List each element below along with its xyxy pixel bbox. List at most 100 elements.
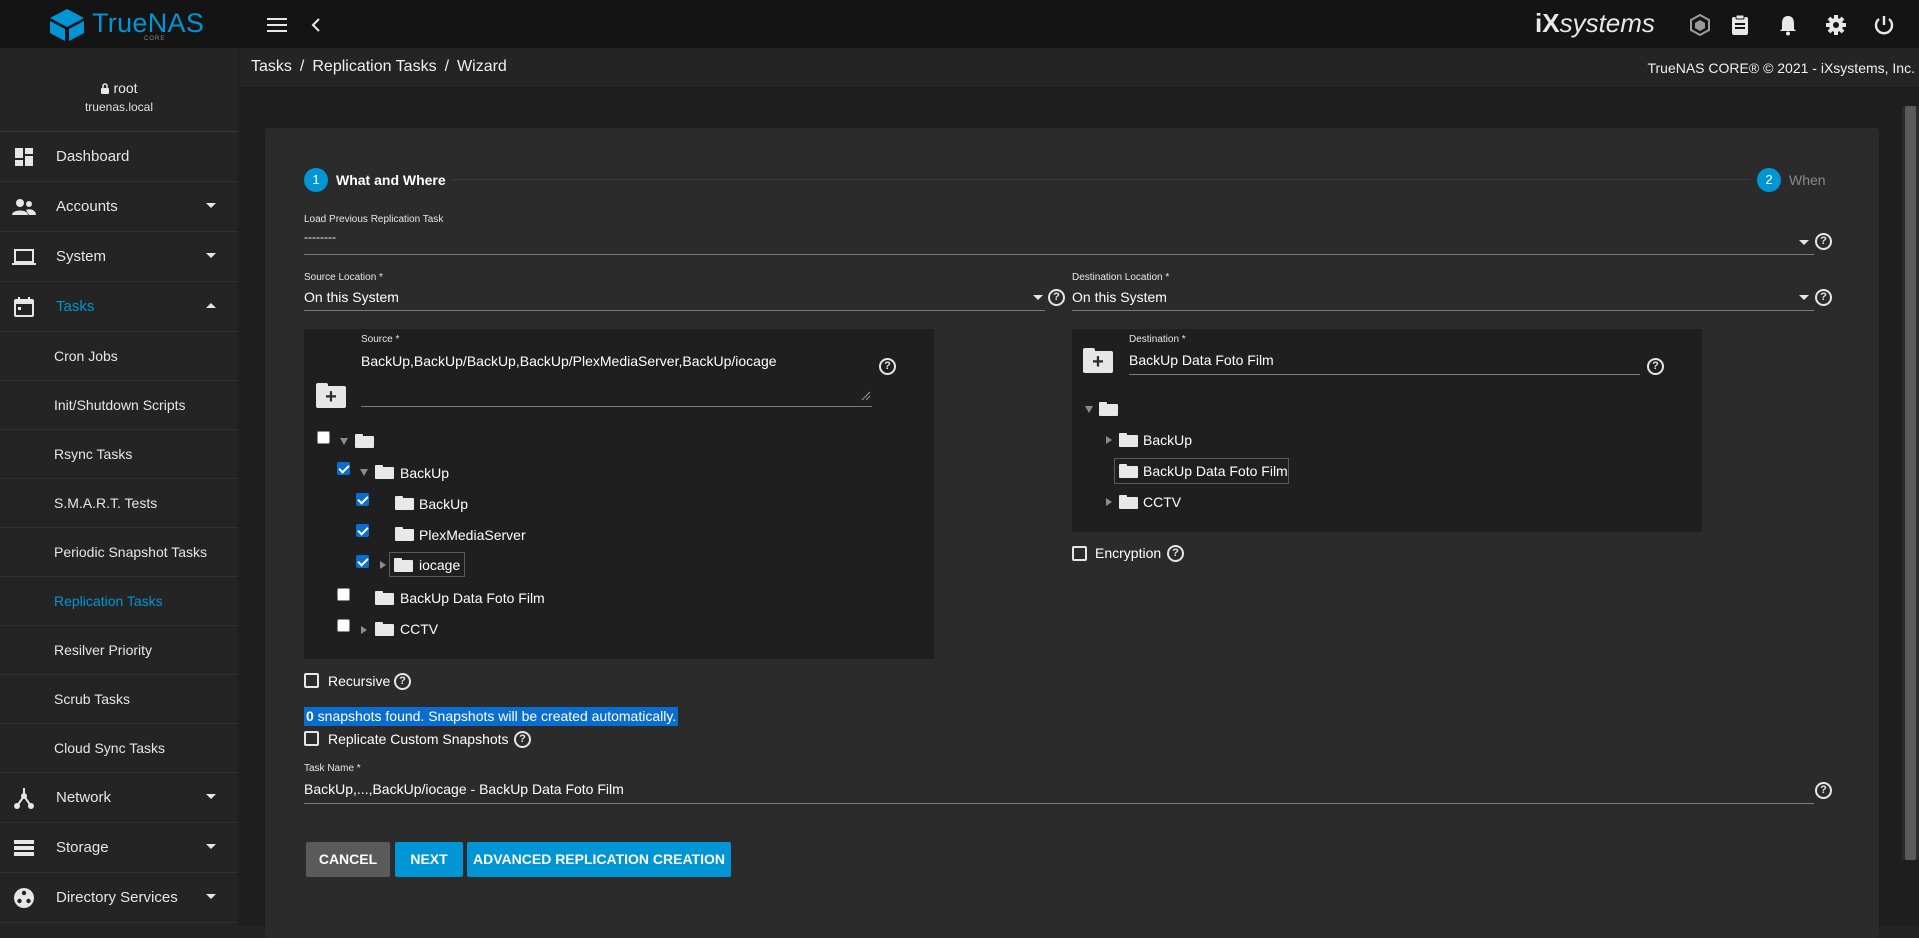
tree-checkbox-backup-backup[interactable] [356, 493, 369, 506]
tree-checkbox-backup[interactable] [337, 462, 350, 475]
cancel-button[interactable]: CANCEL [306, 842, 390, 877]
encryption-label: Encryption [1095, 545, 1162, 561]
stepper-line [450, 179, 1750, 180]
step-1-number[interactable]: 1 [304, 168, 328, 192]
next-button[interactable]: NEXT [395, 842, 463, 877]
truecommand-icon[interactable] [1687, 12, 1713, 38]
source-input[interactable]: BackUp,BackUp/BackUp,BackUp/PlexMediaSer… [361, 353, 777, 369]
breadcrumb: Tasks / Replication Tasks / Wizard [251, 58, 507, 76]
sidebar-subitem-smart-tests[interactable]: S.M.A.R.T. Tests [0, 479, 238, 528]
dest-tree-node-label[interactable]: BackUp Data Foto Film [1143, 463, 1288, 479]
sidebar-item-directory-services[interactable]: Directory Services [0, 873, 238, 923]
tree-checkbox-cctv[interactable] [337, 619, 350, 632]
dest-tree-node-label[interactable]: BackUp [1143, 432, 1192, 448]
advanced-replication-creation-button[interactable]: ADVANCED REPLICATION CREATION [467, 842, 731, 877]
tree-node-label[interactable]: iocage [419, 557, 460, 573]
user-info: root truenas.local [0, 48, 238, 132]
dest-tree-expand-backup-icon[interactable] [1106, 436, 1112, 444]
tree-node-label[interactable]: PlexMediaServer [419, 527, 526, 543]
sidebar-item-tasks[interactable]: Tasks [0, 282, 238, 332]
dest-tree-expand-cctv-icon[interactable] [1106, 498, 1112, 506]
tree-expand-cctv-icon[interactable] [361, 626, 367, 634]
folder-icon [394, 558, 413, 572]
load-previous-help-icon[interactable]: ? [1815, 233, 1832, 250]
truenas-logo[interactable]: TrueNAS CORE [48, 6, 204, 42]
replicate-custom-snapshots-checkbox[interactable] [304, 731, 319, 746]
breadcrumb-bar: Tasks / Replication Tasks / Wizard TrueNAS C… [240, 48, 1919, 88]
tree-checkbox-root[interactable] [317, 431, 330, 444]
destination-location-label: Destination Location * [1072, 272, 1170, 283]
source-location-label: Source Location * [304, 272, 383, 283]
source-location-help-icon[interactable]: ? [1048, 289, 1065, 306]
tree-expand-iocage-icon[interactable] [380, 561, 386, 569]
sidebar-subitem-replication-tasks[interactable]: Replication Tasks [0, 577, 238, 626]
sidebar-subitem-cron-jobs[interactable]: Cron Jobs [0, 332, 238, 381]
tree-node-label[interactable]: CCTV [400, 621, 438, 637]
tree-checkbox-iocage[interactable] [356, 555, 369, 568]
chevron-down-icon [206, 203, 216, 208]
load-previous-dropdown-icon[interactable] [1799, 240, 1809, 245]
source-add-folder-icon[interactable]: + [316, 383, 346, 409]
bell-icon[interactable] [1775, 12, 1801, 38]
load-previous-label: Load Previous Replication Task [304, 214, 444, 225]
menu-icon[interactable] [264, 12, 290, 38]
step-1-label[interactable]: What and Where [336, 172, 452, 188]
tree-node-label[interactable]: BackUp [419, 496, 468, 512]
destination-add-folder-icon[interactable]: + [1083, 348, 1113, 374]
tree-checkbox-backup-data-foto-film[interactable] [337, 588, 350, 601]
scrollbar-thumb[interactable] [1905, 106, 1916, 860]
back-icon[interactable] [303, 12, 329, 38]
dest-tree-node-label[interactable]: CCTV [1143, 494, 1181, 510]
scrollbar[interactable] [1902, 106, 1919, 860]
breadcrumb-separator: / [299, 58, 305, 75]
sidebar-item-storage[interactable]: Storage [0, 823, 238, 873]
tree-node-label[interactable]: BackUp Data Foto Film [400, 590, 545, 606]
sidebar-subitem-init-shutdown-scripts[interactable]: Init/Shutdown Scripts [0, 381, 238, 430]
sidebar-subitem-resilver-priority[interactable]: Resilver Priority [0, 626, 238, 675]
breadcrumb-replication-tasks[interactable]: Replication Tasks [312, 58, 436, 75]
sidebar-item-network[interactable]: Network [0, 773, 238, 823]
breadcrumb-tasks[interactable]: Tasks [251, 58, 292, 75]
load-previous-select[interactable]: -------- [304, 230, 336, 244]
recursive-help-icon[interactable]: ? [394, 673, 411, 690]
tree-expand-backup-icon[interactable] [360, 469, 368, 476]
lock-icon [101, 83, 110, 94]
sidebar-item-accounts[interactable]: Accounts [0, 182, 238, 232]
sidebar-item-system[interactable]: System [0, 232, 238, 282]
encryption-help-icon[interactable]: ? [1167, 545, 1184, 562]
destination-location-help-icon[interactable]: ? [1815, 289, 1832, 306]
clipboard-icon[interactable] [1727, 12, 1753, 38]
source-location-dropdown-icon[interactable] [1033, 295, 1043, 300]
sidebar-item-dashboard[interactable]: Dashboard [0, 132, 238, 182]
user-name: root [113, 80, 138, 96]
sidebar-item-label: Accounts [56, 198, 118, 215]
task-name-help-icon[interactable]: ? [1815, 782, 1832, 799]
gear-icon[interactable] [1823, 12, 1849, 38]
sidebar-subitem-rsync-tasks[interactable]: Rsync Tasks [0, 430, 238, 479]
tree-checkbox-plexmediaserver[interactable] [356, 524, 369, 537]
source-help-icon[interactable]: ? [879, 358, 896, 375]
replicate-custom-snapshots-help-icon[interactable]: ? [514, 731, 531, 748]
source-location-select[interactable]: On this System [304, 289, 399, 305]
task-name-input[interactable]: BackUp,...,BackUp/iocage - BackUp Data F… [304, 781, 624, 797]
resize-handle-icon[interactable] [861, 391, 871, 401]
power-icon[interactable] [1871, 12, 1897, 38]
sidebar-subitem-scrub-tasks[interactable]: Scrub Tasks [0, 675, 238, 724]
destination-location-dropdown-icon[interactable] [1799, 295, 1809, 300]
plus-icon: + [1092, 351, 1104, 373]
step-2-label[interactable]: When [1789, 172, 1826, 188]
encryption-checkbox[interactable] [1072, 546, 1087, 561]
dashboard-icon [15, 148, 33, 166]
destination-input[interactable]: BackUp Data Foto Film [1129, 352, 1274, 368]
tree-node-label[interactable]: BackUp [400, 465, 449, 481]
chevron-down-icon [206, 253, 216, 258]
destination-location-select[interactable]: On this System [1072, 289, 1167, 305]
sidebar-subitem-cloud-sync-tasks[interactable]: Cloud Sync Tasks [0, 724, 238, 773]
sidebar-subitem-periodic-snapshot-tasks[interactable]: Periodic Snapshot Tasks [0, 528, 238, 577]
tree-expand-root-icon[interactable] [340, 438, 348, 445]
destination-help-icon[interactable]: ? [1647, 358, 1664, 375]
recursive-checkbox[interactable] [304, 673, 319, 688]
dest-tree-expand-root-icon[interactable] [1085, 406, 1093, 413]
step-2-number[interactable]: 2 [1757, 168, 1781, 192]
sidebar-item-label: Directory Services [56, 889, 178, 906]
